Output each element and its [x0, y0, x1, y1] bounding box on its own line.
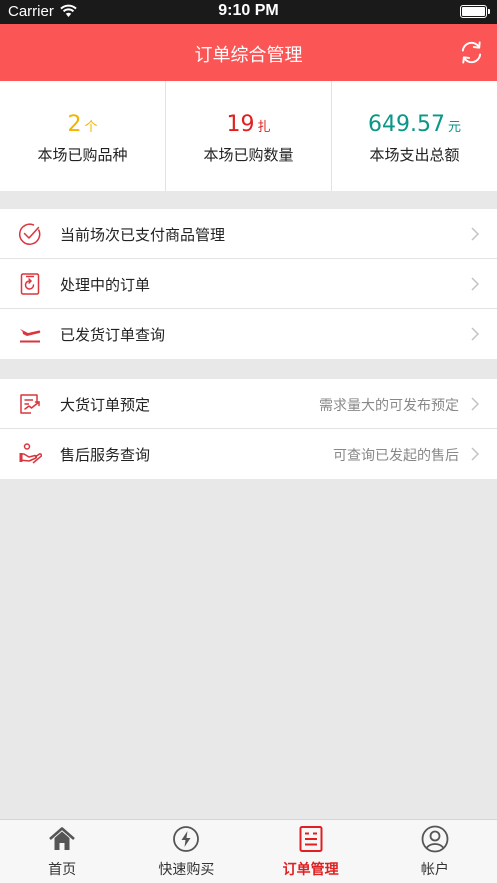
menu-label: 当前场次已支付商品管理 [60, 226, 226, 244]
tab-label: 帐户 [420, 862, 449, 878]
menu-hint: 可查询已发起的售后 [333, 448, 459, 464]
tab-account[interactable]: 帐户 [373, 820, 497, 883]
status-bar: Carrier 9:10 PM [0, 0, 497, 24]
check-circle-icon [18, 223, 41, 245]
stat-quantity: 19 扎 本场已购数量 [166, 81, 332, 191]
menu-item-bulk-order[interactable]: 大货订单预定 需求量大的可发布预定 [0, 379, 497, 429]
service-menu-group: 大货订单预定 需求量大的可发布预定 售后服务查询 可查询已发起的售后 [0, 379, 497, 479]
stat-varieties: 2个 本场已购品种 [0, 81, 166, 191]
stat-total-spend: 649.57 元 本场支出总额 [332, 81, 497, 191]
shipping-plane-icon [20, 329, 41, 343]
stat-label: 本场已购数量 [203, 146, 294, 164]
tab-bar: 首页 快速购买 订单管理 帐户 [0, 819, 497, 883]
tab-order-manage[interactable]: 订单管理 [249, 820, 373, 883]
page-title: 订单综合管理 [194, 45, 303, 66]
tab-quick-buy[interactable]: 快速购买 [124, 820, 248, 883]
bulk-order-icon [20, 394, 40, 414]
stat-unit: 元 [447, 120, 461, 135]
stat-value: 19 [226, 112, 255, 137]
chevron-right-icon [471, 277, 480, 291]
after-sales-icon [19, 443, 42, 464]
stat-value: 649.57 [368, 112, 445, 137]
tab-label: 首页 [48, 862, 77, 878]
order-manage-icon [299, 826, 323, 852]
menu-label: 大货订单预定 [60, 396, 151, 414]
tab-label: 订单管理 [282, 862, 339, 878]
chevron-right-icon [471, 227, 480, 241]
stat-value: 2 [67, 112, 82, 137]
stat-unit: 扎 [257, 120, 271, 135]
order-menu-group: 当前场次已支付商品管理 处理中的订单 已发货订单查询 [0, 209, 497, 359]
chevron-right-icon [471, 327, 480, 341]
nav-header: 订单综合管理 [0, 24, 497, 81]
tab-label: 快速购买 [158, 862, 215, 878]
stat-label: 本场支出总额 [369, 146, 460, 164]
menu-label: 售后服务查询 [60, 446, 151, 464]
menu-hint: 需求量大的可发布预定 [319, 398, 459, 414]
processing-order-icon [20, 273, 40, 295]
chevron-right-icon [471, 447, 480, 461]
menu-item-after-sales[interactable]: 售后服务查询 可查询已发起的售后 [0, 429, 497, 479]
quick-buy-icon [173, 826, 200, 852]
menu-label: 处理中的订单 [60, 276, 151, 294]
tab-home[interactable]: 首页 [0, 820, 124, 883]
menu-item-processing-orders[interactable]: 处理中的订单 [0, 259, 497, 309]
refresh-icon[interactable] [459, 40, 484, 65]
clock: 9:10 PM [218, 2, 279, 19]
purchase-stats: 2个 本场已购品种 19 扎 本场已购数量 649.57 元 本场支出总额 [0, 81, 497, 191]
menu-item-shipped-orders[interactable]: 已发货订单查询 [0, 309, 497, 359]
stat-unit: 个 [84, 120, 98, 135]
account-icon [421, 825, 449, 853]
menu-item-paid-goods[interactable]: 当前场次已支付商品管理 [0, 209, 497, 259]
chevron-right-icon [471, 397, 480, 411]
stat-label: 本场已购品种 [37, 146, 128, 164]
home-icon [49, 827, 75, 850]
battery-icon [460, 5, 490, 18]
menu-label: 已发货订单查询 [60, 326, 166, 344]
